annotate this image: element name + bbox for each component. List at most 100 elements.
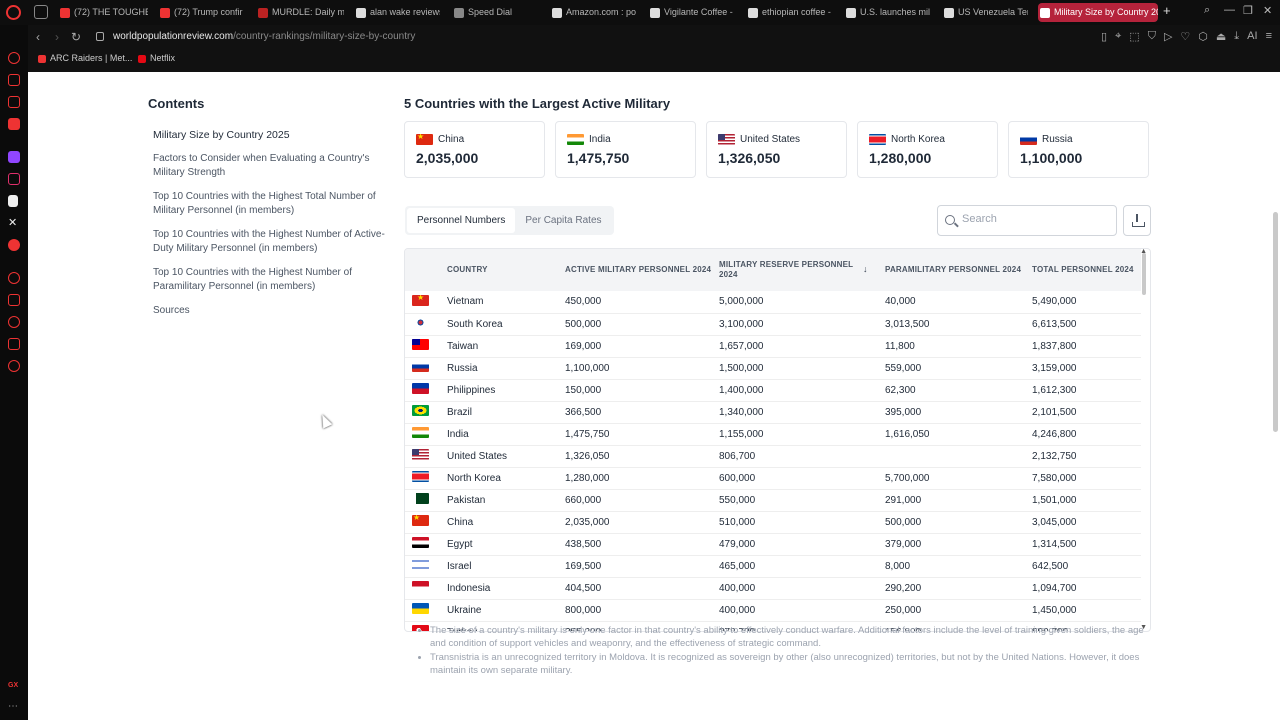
toc-link[interactable]: Sources [153, 304, 388, 318]
browser-tab[interactable]: (72) THE TOUGHE [58, 3, 148, 22]
card-country: China [438, 134, 465, 145]
tiktok-icon[interactable] [8, 195, 18, 207]
pakistan-flag-icon [412, 493, 429, 504]
col-reserve[interactable]: Military Reserve Personnel 2024 ↓ [719, 249, 885, 291]
col-total[interactable]: Total Personnel 2024 [1032, 249, 1141, 291]
col-paramilitary[interactable]: Paramilitary Personnel 2024 [885, 249, 1032, 291]
search-input[interactable] [962, 213, 1112, 225]
vpn-shield-icon[interactable]: ⛉ [1148, 30, 1156, 43]
snapshot-icon[interactable]: ⬚ [1129, 30, 1139, 43]
cell-reserve: 550,000 [719, 494, 756, 506]
card-country: United States [740, 134, 801, 145]
card-value: 1,100,000 [1020, 150, 1083, 166]
browser-tab[interactable]: Amazon.com : po [550, 3, 638, 22]
search-tabs-icon[interactable]: ⌕ [1204, 4, 1210, 17]
bookmarks-bar: ARC Raiders | Met... Netflix [28, 50, 1280, 70]
aria-icon[interactable] [8, 74, 20, 86]
toc-link[interactable]: Factors to Consider when Evaluating a Co… [153, 152, 388, 180]
download-button[interactable] [1123, 205, 1151, 236]
downloads-icon[interactable]: ⤓ [1234, 30, 1239, 43]
back-arrow-icon[interactable]: ‹ [36, 30, 40, 44]
browser-tab[interactable]: MURDLE: Daily my [256, 3, 344, 22]
cell-active: 1,100,000 [565, 362, 610, 374]
forward-arrow-icon[interactable]: › [55, 30, 59, 44]
indonesia-flag-icon [412, 581, 429, 592]
sort-desc-icon[interactable]: ↓ [863, 264, 868, 274]
browser-tab[interactable]: Military Size by Country 20 [1038, 3, 1158, 22]
bookmarks-icon[interactable] [8, 294, 20, 306]
table-scrollbar[interactable] [1142, 253, 1146, 295]
country-card: Russia 1,100,000 [1008, 121, 1149, 178]
gx-label[interactable]: GX [8, 682, 18, 689]
bookmark-arc-raiders[interactable]: ARC Raiders | Met... [38, 53, 132, 63]
reload-icon[interactable]: ↻ [71, 30, 81, 44]
cell-active: 500,000 [565, 318, 602, 330]
workspaces-icon[interactable] [34, 5, 48, 19]
flag-cell [405, 379, 447, 401]
maximize-icon[interactable]: ❐ [1243, 4, 1253, 17]
table-of-contents: Contents Military Size by Country 2025 F… [148, 96, 388, 328]
browser-tab[interactable]: ethiopian coffee - [746, 3, 832, 22]
cell-active: 1,326,050 [565, 450, 610, 462]
history-icon[interactable] [8, 316, 20, 328]
toc-link[interactable]: Top 10 Countries with the Highest Number… [153, 228, 388, 256]
browser-tab[interactable]: alan wake reviews [354, 3, 440, 22]
instagram-icon[interactable] [8, 173, 20, 185]
speed-dial-icon[interactable] [8, 52, 20, 64]
browser-tab[interactable]: Speed Dial [452, 3, 540, 22]
browser-tab[interactable]: Vigilante Coffee - [648, 3, 734, 22]
tab-title: Amazon.com : po [566, 7, 637, 17]
toc-link[interactable]: Top 10 Countries with the Highest Number… [153, 266, 388, 294]
menu-icon[interactable]: ≡ [1266, 30, 1272, 43]
url-field[interactable]: worldpopulationreview.com/country-rankin… [113, 31, 415, 42]
footnote: Transnistria is an unrecognized territor… [430, 651, 1156, 677]
toc-link[interactable]: Top 10 Countries with the Highest Total … [153, 190, 388, 218]
tab-title: Speed Dial [468, 7, 513, 17]
bookmark-netflix[interactable]: Netflix [138, 53, 175, 63]
col-active[interactable]: Active Military Personnel 2024 [565, 249, 719, 291]
col-country[interactable]: Country [447, 249, 565, 291]
cell-active: 1,280,000 [565, 472, 610, 484]
play-icon[interactable]: ▷ [1164, 30, 1172, 43]
card-country: North Korea [891, 134, 945, 145]
settings-gear-icon[interactable] [8, 360, 20, 372]
new-tab-plus-icon[interactable]: + [1163, 3, 1171, 18]
cell-total: 6,613,500 [1032, 318, 1077, 330]
minimize-icon[interactable]: — [1224, 4, 1235, 16]
close-window-icon[interactable]: ✕ [1263, 4, 1272, 17]
page-scrollbar[interactable] [1273, 212, 1278, 432]
pin-icon[interactable]: ⌖ [1115, 30, 1121, 43]
cell-reserve: 600,000 [719, 472, 756, 484]
x-twitter-icon[interactable]: ✕ [8, 217, 20, 229]
flag-cell [405, 335, 447, 357]
cell-country: Indonesia [447, 582, 491, 594]
tab-title: (72) THE TOUGHE [74, 7, 148, 17]
heart-icon[interactable]: ♡ [1180, 30, 1190, 43]
tab-favicon-icon [1040, 8, 1050, 18]
wallet-icon[interactable]: ⏏ [1216, 30, 1226, 43]
twitch-icon[interactable] [8, 151, 20, 163]
music-icon[interactable] [8, 239, 20, 251]
messenger-icon[interactable] [8, 118, 20, 130]
tab-personnel-numbers[interactable]: Personnel Numbers [407, 208, 516, 233]
extensions-icon[interactable]: ⬡ [1198, 30, 1208, 43]
more-dots-icon[interactable]: ⋯ [8, 701, 18, 712]
news-icon[interactable] [8, 96, 20, 108]
ai-label[interactable]: AI [1247, 30, 1257, 43]
browser-tab[interactable]: U.S. launches mili [844, 3, 930, 22]
tab-per-capita-rates[interactable]: Per Capita Rates [515, 208, 611, 233]
player-icon[interactable] [8, 272, 20, 284]
sidebar-toggle-icon[interactable]: ▯ [1101, 30, 1107, 43]
lock-icon[interactable] [96, 32, 104, 41]
cell-paramilitary: 250,000 [885, 604, 922, 616]
cell-total: 4,246,800 [1032, 428, 1077, 440]
browser-tab[interactable]: (72) Trump confir [158, 3, 246, 22]
cell-active: 169,000 [565, 340, 602, 352]
extensions-sidebar-icon[interactable] [8, 338, 20, 350]
philippines-flag-icon [412, 383, 429, 394]
toc-link[interactable]: Military Size by Country 2025 [153, 128, 388, 142]
cell-total: 1,094,700 [1032, 582, 1077, 594]
opera-logo-icon[interactable] [6, 5, 21, 20]
browser-tab[interactable]: US Venezuela Ten [942, 3, 1028, 22]
tab-favicon-icon [160, 8, 170, 18]
